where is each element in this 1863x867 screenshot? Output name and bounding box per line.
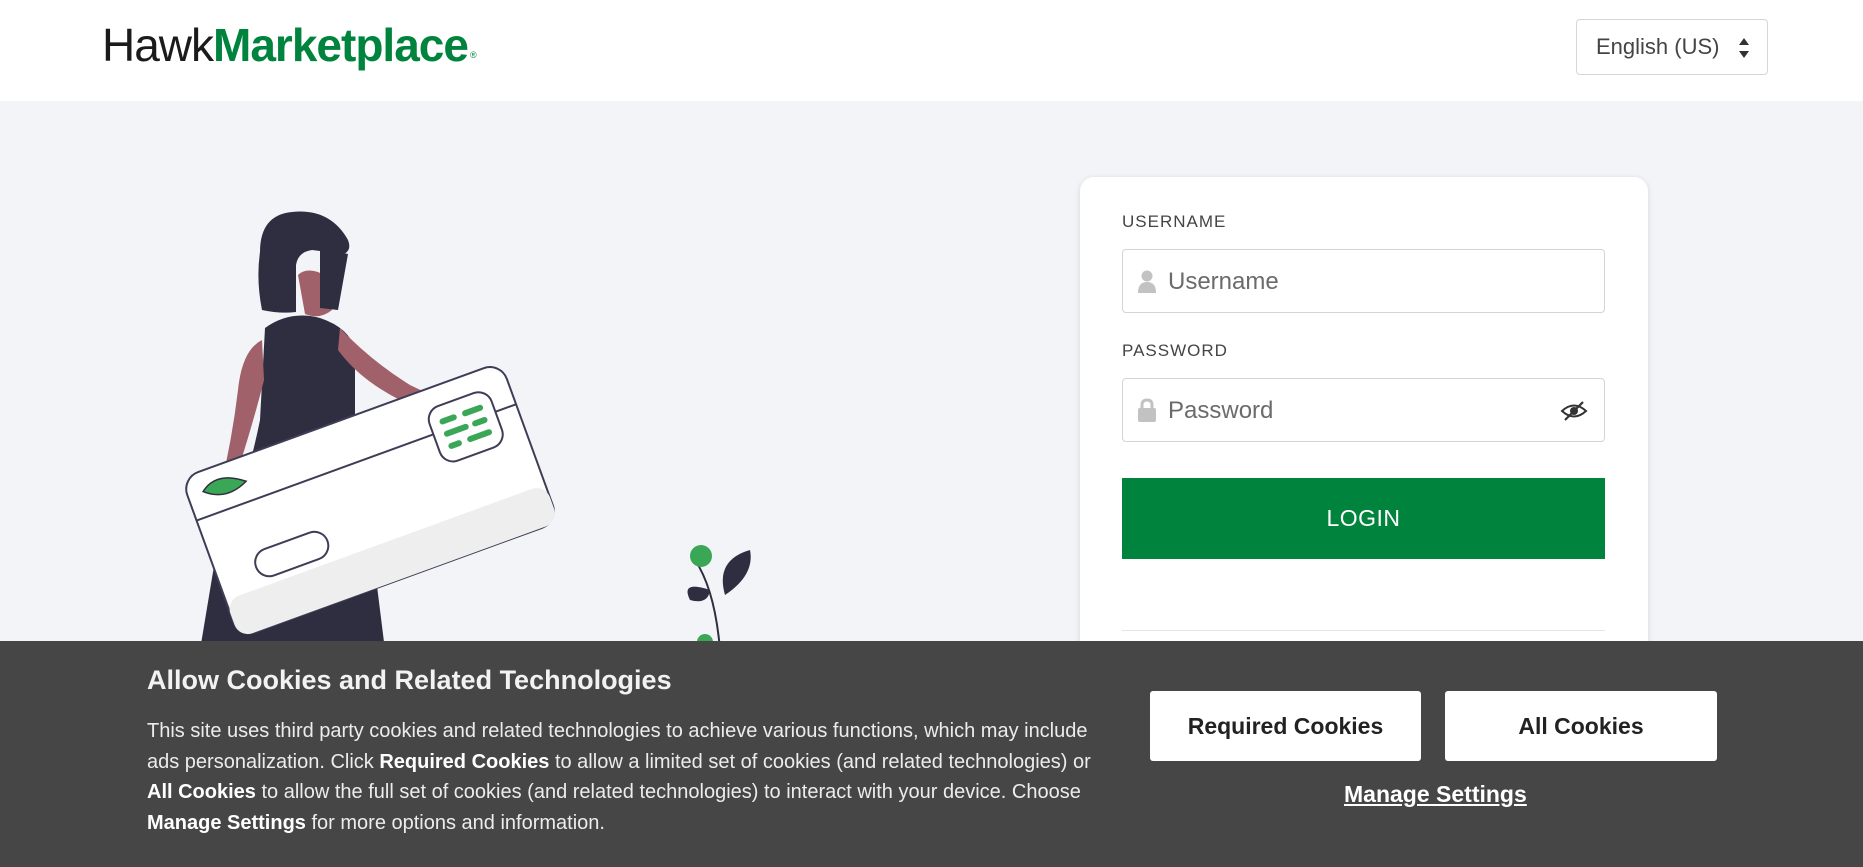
username-placeholder: Username bbox=[1168, 268, 1279, 295]
cookie-consent-banner: Allow Cookies and Related Technologies T… bbox=[0, 641, 1863, 867]
cookie-banner-title: Allow Cookies and Related Technologies bbox=[147, 665, 672, 695]
required-cookies-button[interactable]: Required Cookies bbox=[1150, 691, 1421, 761]
woman-holding-card-illustration bbox=[185, 211, 751, 650]
language-selected-value: English (US) bbox=[1596, 34, 1720, 59]
password-input[interactable]: Password bbox=[1122, 378, 1605, 442]
lock-icon bbox=[1138, 398, 1156, 422]
sort-caret-icon bbox=[1739, 38, 1749, 58]
username-input[interactable]: Username bbox=[1122, 249, 1605, 313]
cookie-text-3: to allow the full set of cookies (and re… bbox=[255, 781, 1081, 803]
manage-settings-link[interactable]: Manage Settings bbox=[1344, 781, 1527, 808]
cookie-text-4: for more options and information. bbox=[305, 811, 605, 834]
hawkmarketplace-logo[interactable]: HawkMarketplace ® bbox=[102, 17, 477, 73]
password-label: PASSWORD bbox=[1122, 341, 1228, 360]
cookie-text-required: Required Cookies bbox=[379, 750, 550, 773]
user-icon bbox=[1138, 270, 1156, 293]
logo-text-marketplace: Marketplace bbox=[213, 19, 469, 71]
cookie-text-all: All Cookies bbox=[147, 781, 256, 803]
login-button[interactable]: LOGIN bbox=[1122, 478, 1605, 559]
all-cookies-button[interactable]: All Cookies bbox=[1445, 691, 1717, 761]
language-select[interactable]: English (US) bbox=[1576, 19, 1768, 75]
registered-mark: ® bbox=[469, 50, 477, 60]
username-label: USERNAME bbox=[1122, 212, 1227, 231]
logo-text-hawk: Hawk bbox=[102, 19, 214, 71]
card-divider bbox=[1122, 630, 1605, 631]
cookie-banner-description: This site uses third party cookies and r… bbox=[147, 716, 1107, 838]
eye-slash-icon[interactable] bbox=[1560, 399, 1588, 423]
password-placeholder: Password bbox=[1168, 397, 1274, 424]
cookie-text-2: to allow a limited set of cookies (and r… bbox=[549, 750, 1091, 773]
top-header: HawkMarketplace ® English (US) bbox=[0, 0, 1863, 101]
login-card: USERNAME Username PASSWORD Password LOGI… bbox=[1080, 177, 1648, 697]
cookie-text-manage: Manage Settings bbox=[147, 811, 306, 834]
